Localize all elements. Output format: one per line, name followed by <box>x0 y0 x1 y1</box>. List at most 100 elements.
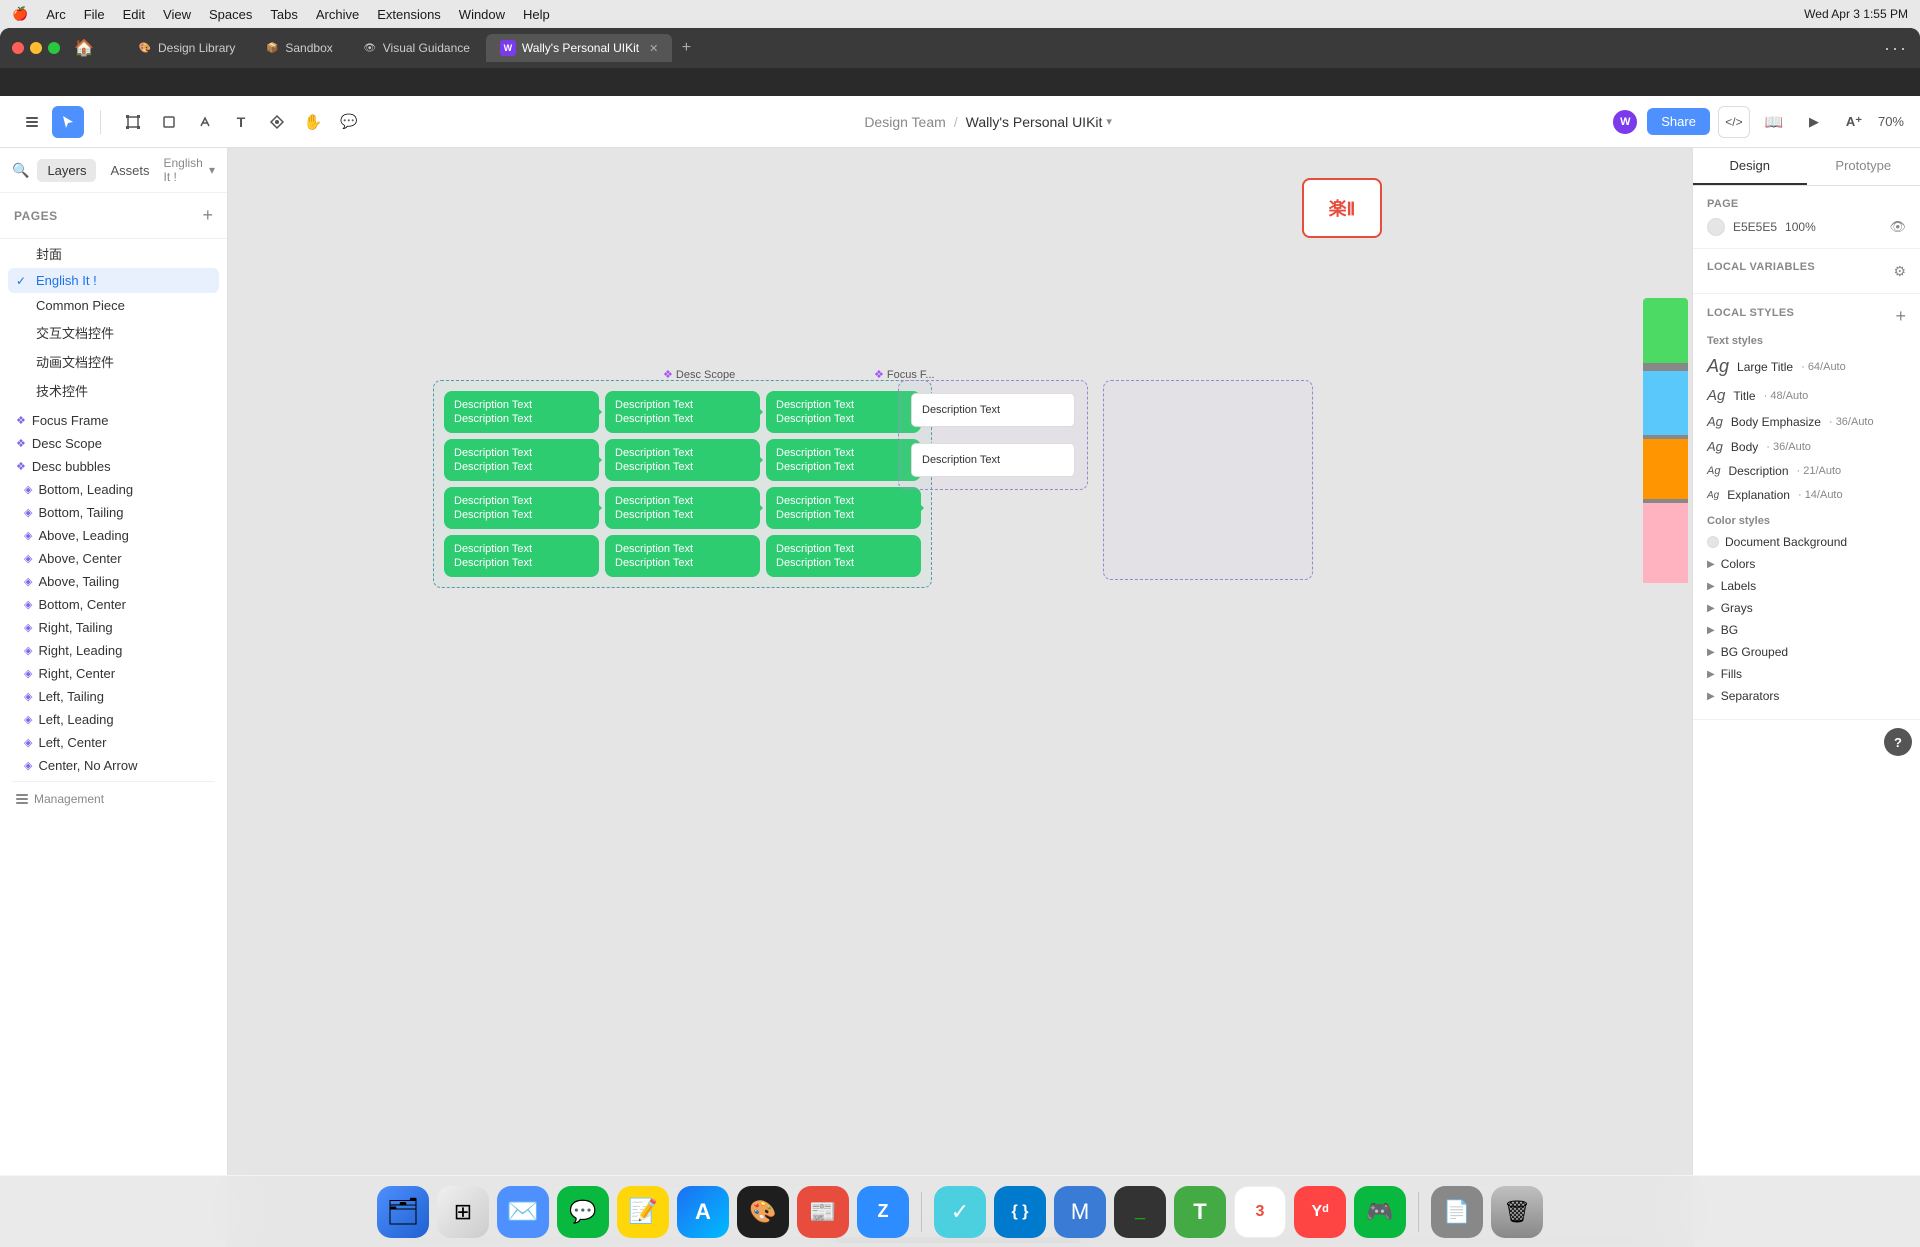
page-item-tech[interactable]: 技术控件 <box>8 376 219 405</box>
layer-left-tailing[interactable]: ◈ Left, Tailing <box>0 685 227 708</box>
extensions-menu[interactable]: Extensions <box>377 7 441 22</box>
tab-visual-guidance[interactable]: 👁 Visual Guidance <box>349 34 484 62</box>
dock-wechat[interactable]: 💬 <box>557 1186 609 1238</box>
menu-tool-button[interactable] <box>16 106 48 138</box>
dock-things[interactable]: ✓ <box>934 1186 986 1238</box>
text-style-body[interactable]: Ag Body · 36/Auto <box>1707 434 1906 459</box>
layer-bottom-leading[interactable]: ◈ Bottom, Leading <box>0 478 227 501</box>
dock-appstore[interactable]: A <box>677 1186 729 1238</box>
help-menu[interactable]: Help <box>523 7 550 22</box>
maximize-button[interactable] <box>48 42 60 54</box>
visibility-icon[interactable]: 👁 <box>1889 219 1906 235</box>
tab-prototype[interactable]: Prototype <box>1807 148 1920 185</box>
page-item-interactive[interactable]: 交互文档控件 <box>8 318 219 347</box>
page-item-english[interactable]: ✓ English It ! <box>8 268 219 293</box>
help-button[interactable]: ? <box>1884 728 1912 756</box>
tab-design[interactable]: Design <box>1693 148 1807 185</box>
browser-more-button[interactable]: ··· <box>1884 38 1908 59</box>
color-style-fills[interactable]: ▶ Fills <box>1707 663 1906 685</box>
tabs-menu[interactable]: Tabs <box>270 7 297 22</box>
page-item-animation[interactable]: 动画文档控件 <box>8 347 219 376</box>
dock-terminal[interactable]: _ <box>1114 1186 1166 1238</box>
file-menu[interactable]: File <box>84 7 105 22</box>
dock-finder[interactable]: 🗂 <box>377 1186 429 1238</box>
color-style-colors[interactable]: ▶ Colors <box>1707 553 1906 575</box>
pen-tool-button[interactable] <box>189 106 221 138</box>
book-icon[interactable]: 📖 <box>1758 106 1790 138</box>
code-view-button[interactable]: </> <box>1718 106 1750 138</box>
layer-left-leading[interactable]: ◈ Left, Leading <box>0 708 227 731</box>
edit-menu[interactable]: Edit <box>123 7 145 22</box>
language-selector[interactable]: English It ! ▾ <box>163 156 215 184</box>
layer-left-center[interactable]: ◈ Left, Center <box>0 731 227 754</box>
layer-above-tailing[interactable]: ◈ Above, Tailing <box>0 570 227 593</box>
project-name[interactable]: Wally's Personal UIKit ▾ <box>966 114 1112 130</box>
dock-notes[interactable]: 📝 <box>617 1186 669 1238</box>
tab-wallyuikit[interactable]: W Wally's Personal UIKit ✕ <box>486 34 672 62</box>
dock-figma[interactable]: 🎨 <box>737 1186 789 1238</box>
home-icon[interactable]: 🏠 <box>74 38 94 58</box>
layer-above-leading[interactable]: ◈ Above, Leading <box>0 524 227 547</box>
dock-dictionary[interactable]: Yᵈ <box>1294 1186 1346 1238</box>
text-style-title[interactable]: Ag Title · 48/Auto <box>1707 382 1906 409</box>
add-tab-button[interactable]: + <box>674 36 698 60</box>
layer-right-center[interactable]: ◈ Right, Center <box>0 662 227 685</box>
hand-tool-button[interactable]: ✋ <box>297 106 329 138</box>
dock-mimestream[interactable]: M <box>1054 1186 1106 1238</box>
layer-desc-bubbles[interactable]: ❖ Desc bubbles <box>0 455 227 478</box>
tab-wallyuikit-close[interactable]: ✕ <box>649 42 658 55</box>
shape-tool-button[interactable] <box>153 106 185 138</box>
minimize-button[interactable] <box>30 42 42 54</box>
page-item-common-piece[interactable]: Common Piece <box>8 293 219 318</box>
layer-bottom-center[interactable]: ◈ Bottom, Center <box>0 593 227 616</box>
dock-vscode[interactable]: { } <box>994 1186 1046 1238</box>
color-style-separators[interactable]: ▶ Separators <box>1707 685 1906 707</box>
layer-above-center[interactable]: ◈ Above, Center <box>0 547 227 570</box>
tab-assets[interactable]: Assets <box>100 159 159 182</box>
tab-design-library[interactable]: 🎨 Design Library <box>124 34 249 62</box>
comment-tool-button[interactable]: 💬 <box>333 106 365 138</box>
add-style-button[interactable]: + <box>1895 306 1906 327</box>
frame-tool-button[interactable] <box>117 106 149 138</box>
dock-files[interactable]: 📄 <box>1431 1186 1483 1238</box>
tab-layers[interactable]: Layers <box>37 159 96 182</box>
add-page-button[interactable]: + <box>202 205 213 226</box>
vars-adjust-icon[interactable]: ⚙ <box>1893 263 1906 280</box>
layer-focus-frame[interactable]: ❖ Focus Frame <box>0 409 227 432</box>
archive-menu[interactable]: Archive <box>316 7 359 22</box>
spaces-menu[interactable]: Spaces <box>209 7 252 22</box>
play-button[interactable]: ▶ <box>1798 106 1830 138</box>
color-style-labels[interactable]: ▶ Labels <box>1707 575 1906 597</box>
text-style-body-emphasize[interactable]: Ag Body Emphasize · 36/Auto <box>1707 409 1906 434</box>
dock-reeder[interactable]: 📰 <box>797 1186 849 1238</box>
layer-right-tailing[interactable]: ◈ Right, Tailing <box>0 616 227 639</box>
text-tool-button[interactable]: T <box>225 106 257 138</box>
color-style-bg[interactable]: ▶ BG <box>1707 619 1906 641</box>
dock-launchpad[interactable]: ⊞ <box>437 1186 489 1238</box>
close-button[interactable] <box>12 42 24 54</box>
dock-zoom[interactable]: Z <box>857 1186 909 1238</box>
layer-center-no-arrow[interactable]: ◈ Center, No Arrow <box>0 754 227 777</box>
page-item-fengmian[interactable]: 封面 <box>8 239 219 268</box>
user-avatar[interactable]: W <box>1611 108 1639 136</box>
component-tool-button[interactable] <box>261 106 293 138</box>
text-style-description[interactable]: Ag Description · 21/Auto <box>1707 459 1906 483</box>
arc-menu[interactable]: Arc <box>46 7 66 22</box>
layer-desc-scope[interactable]: ❖ Desc Scope <box>0 432 227 455</box>
dock-mail[interactable]: ✉️ <box>497 1186 549 1238</box>
text-style-explanation[interactable]: Ag Explanation · 14/Auto <box>1707 483 1906 507</box>
management-section[interactable]: Management <box>0 786 227 812</box>
view-menu[interactable]: View <box>163 7 191 22</box>
dock-wechat2[interactable]: 🎮 <box>1354 1186 1406 1238</box>
color-style-doc-bg[interactable]: Document Background <box>1707 531 1906 553</box>
color-style-bg-grouped[interactable]: ▶ BG Grouped <box>1707 641 1906 663</box>
tab-sandbox[interactable]: 📦 Sandbox <box>251 34 346 62</box>
page-color-swatch[interactable] <box>1707 218 1725 236</box>
move-tool-button[interactable] <box>52 106 84 138</box>
dock-typora[interactable]: T <box>1174 1186 1226 1238</box>
layer-right-leading[interactable]: ◈ Right, Leading <box>0 639 227 662</box>
color-style-grays[interactable]: ▶ Grays <box>1707 597 1906 619</box>
search-icon[interactable]: 🔍 <box>12 162 29 179</box>
apple-menu[interactable]: 🍎 <box>12 6 28 22</box>
share-button[interactable]: Share <box>1647 108 1710 135</box>
